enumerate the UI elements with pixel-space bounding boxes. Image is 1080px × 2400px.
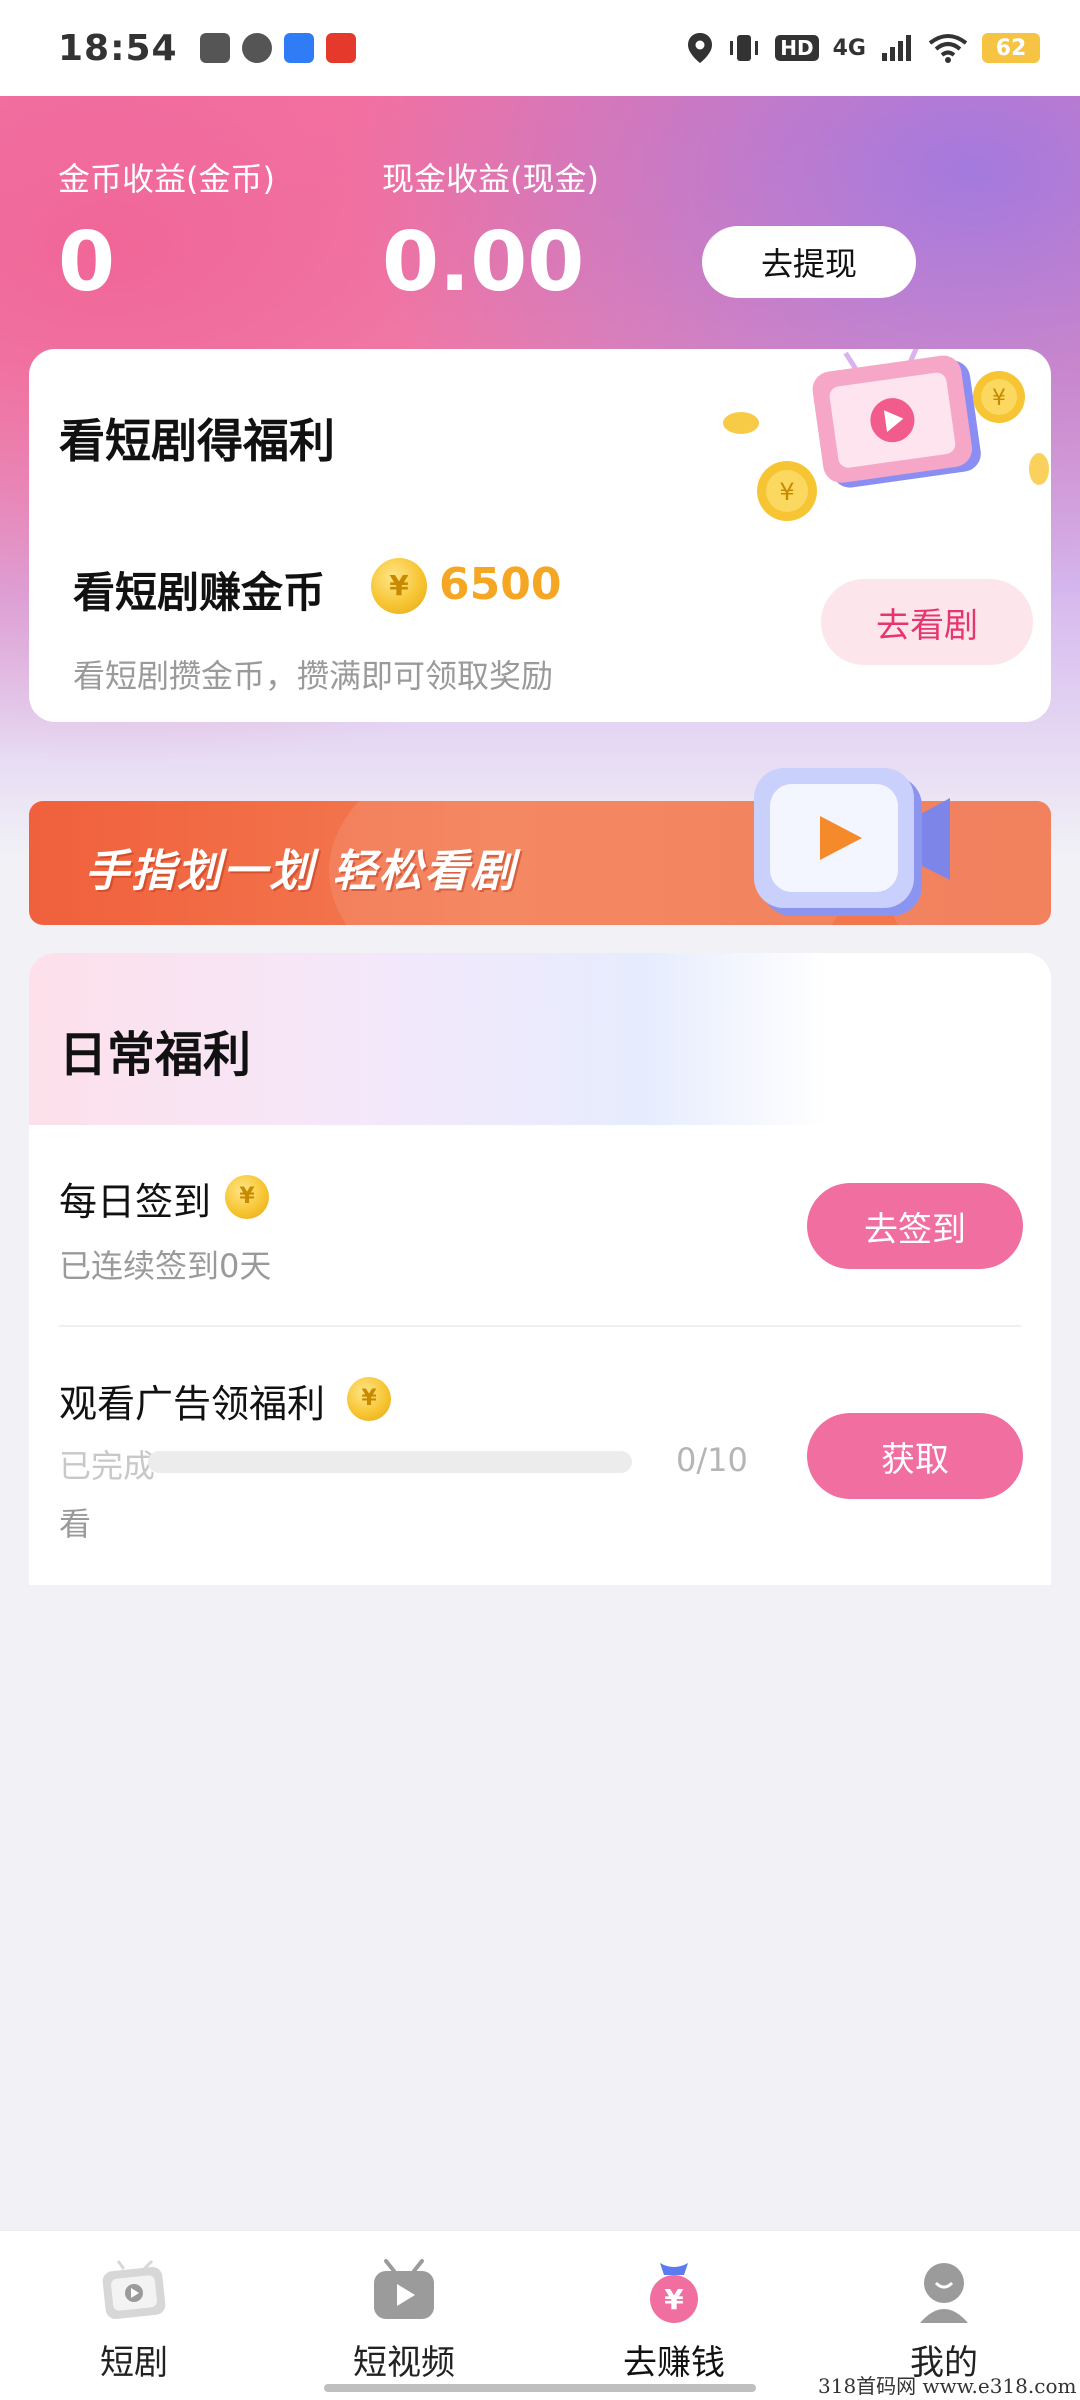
watch-ad-sub-suffix: 看 [59,1505,92,1543]
coin-icon: ¥ [225,1175,269,1219]
video-camera-icon [754,768,950,916]
drama-task-title: 看短剧赚金币 [73,568,326,617]
nav-label: 去赚钱 [623,2343,725,2383]
drama-task-coins: 6500 [439,559,562,610]
daily-welfare-header: 日常福利 [29,953,1051,1125]
nav-item-short-video[interactable]: 短视频 [304,2231,504,2400]
daily-welfare-title: 日常福利 [59,1027,252,1083]
app-blue-icon [283,33,314,63]
short-video-icon [374,2259,434,2319]
notification-icons [199,33,356,63]
nav-label: 短视频 [353,2343,455,2383]
nav-label: 短剧 [100,2343,168,2383]
battery-icon: 62 [982,33,1040,63]
sign-in-button[interactable]: 去签到 [807,1183,1023,1269]
banner-text: 手指划一划 轻松看剧 [85,846,517,897]
watch-ad-task-title: 观看广告领福利 [59,1382,326,1426]
daily-welfare-card: 日常福利 每日签到 ¥ 已连续签到0天 去签到 观看广告领福利 ¥ 已完成 0/… [29,953,1051,1585]
watch-ad-progress-text: 0/10 [676,1441,748,1479]
app-red-icon [325,33,356,63]
svg-text:¥: ¥ [992,386,1006,411]
watch-ad-progress-bar [148,1451,632,1473]
profile-icon [920,2263,968,2323]
cash-earnings-value: 0.00 [382,215,585,310]
status-right-icons: HD 4G 62 [687,32,1040,64]
drama-task-description: 看短剧攒金币，攒满即可领取奖励 [73,657,554,695]
inbox-icon [199,33,230,63]
coin-earnings-label: 金币收益(金币) [58,160,275,198]
drama-tv-icon [102,2259,166,2320]
withdraw-button[interactable]: 去提现 [702,226,916,298]
sign-in-task-title: 每日签到 [59,1180,212,1224]
coin-illustration-1: ¥ [973,371,1025,423]
sign-in-streak: 已连续签到0天 [59,1247,272,1285]
status-time: 18:54 [58,27,178,69]
watch-drama-button[interactable]: 去看剧 [821,579,1033,665]
coin-icon: ¥ [347,1377,391,1421]
signal-icon [882,35,911,61]
svg-text:¥: ¥ [664,2283,684,2316]
location-icon [688,33,713,63]
drama-card-title: 看短剧得福利 [59,414,335,468]
money-bag-icon: ¥ [650,2263,698,2323]
watermark: 318首码网 www.e318.com [818,2374,1077,2398]
svg-text:¥: ¥ [779,478,794,506]
hd-icon: HD [775,35,819,61]
divider [59,1325,1021,1327]
vibrate-icon [730,35,759,61]
check-icon [241,33,272,63]
nav-item-earn-money[interactable]: ¥ 去赚钱 [574,2231,774,2400]
drama-reward-card: 看短剧得福利 ¥ ¥ 看短剧赚金币 ¥ 6500 看短剧攒金币，攒满即可领取奖励… [29,349,1051,722]
nav-item-drama[interactable]: 短剧 [34,2231,234,2400]
get-reward-button[interactable]: 获取 [807,1413,1023,1499]
tv-coins-illustration: ¥ ¥ [723,349,1049,521]
wifi-icon [928,34,968,63]
home-indicator[interactable] [324,2384,756,2392]
cash-earnings-label: 现金收益(现金) [382,160,599,198]
coin-icon: ¥ [371,558,427,614]
network-type-icon: 4G [832,35,866,61]
status-bar: 18:54 HD 4G 62 [0,0,1080,96]
watch-ad-completed-label: 已完成 [59,1447,156,1485]
coin-earnings-value: 0 [58,215,116,310]
